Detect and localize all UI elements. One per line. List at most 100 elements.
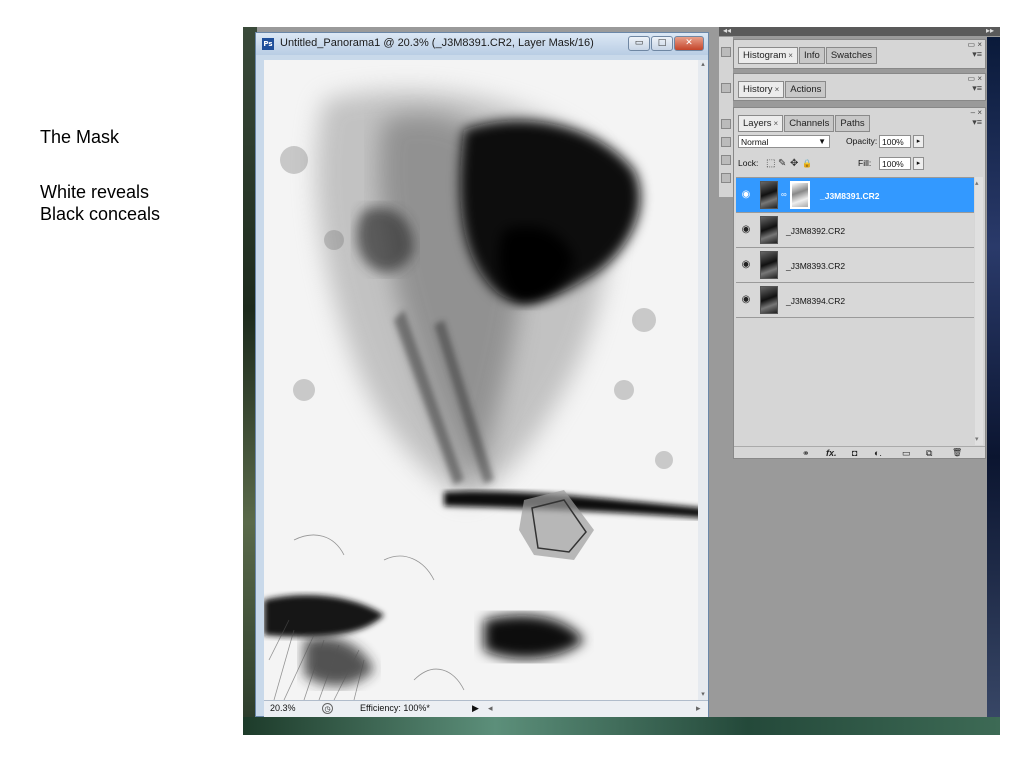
status-menu-arrow-icon[interactable]: ▶ xyxy=(472,703,479,714)
opacity-input[interactable]: 100% xyxy=(879,135,911,148)
dock-tool-icon[interactable] xyxy=(721,47,731,57)
photoshop-screenshot: Ps Untitled_Panorama1 @ 20.3% (_J3M8391.… xyxy=(243,27,1000,735)
lock-label: Lock: xyxy=(738,158,759,168)
layer-thumbnail xyxy=(760,286,778,314)
tab-label: Histogram xyxy=(743,50,787,61)
layer-style-fx-icon[interactable]: fx. xyxy=(826,448,837,458)
expand-dock-icon[interactable]: ▸▸ xyxy=(986,27,994,35)
visibility-eye-icon[interactable]: ◉ xyxy=(739,224,753,236)
tab-actions[interactable]: Actions xyxy=(785,81,827,98)
tab-info[interactable]: Info xyxy=(798,47,825,64)
layer-mask-canvas[interactable] xyxy=(264,60,698,700)
mask-image xyxy=(264,60,698,700)
lock-transparent-icon[interactable]: ⬚ xyxy=(766,157,775,170)
vertical-scrollbar[interactable]: ▴ ▾ xyxy=(698,60,708,700)
tab-label: History xyxy=(743,84,773,95)
document-title: Untitled_Panorama1 @ 20.3% (_J3M8391.CR2… xyxy=(280,37,594,49)
panel-menu-icon[interactable]: ▾≡ xyxy=(972,83,982,94)
add-mask-icon[interactable]: ◘ xyxy=(852,448,857,458)
link-layers-icon[interactable]: ⚭ xyxy=(802,448,810,459)
dock-tool-icon[interactable] xyxy=(721,173,731,183)
fill-label: Fill: xyxy=(858,158,872,168)
panel-menu-icon[interactable]: ▾≡ xyxy=(972,117,982,128)
collapse-dock-icon[interactable]: ◂◂ xyxy=(723,27,731,35)
scroll-up-arrow-icon[interactable]: ▴ xyxy=(698,60,708,70)
new-group-icon[interactable]: ▭ xyxy=(902,448,911,459)
panel-minimize-icon[interactable]: ▭ × xyxy=(968,40,982,49)
photoshop-app-icon: Ps xyxy=(262,38,274,50)
icon-dock xyxy=(719,37,734,197)
visibility-eye-icon[interactable]: ◉ xyxy=(739,259,753,271)
panel-tabs: History × Actions xyxy=(738,81,827,98)
document-title-bar[interactable]: Ps Untitled_Panorama1 @ 20.3% (_J3M8391.… xyxy=(256,33,708,55)
tab-close-icon[interactable]: × xyxy=(775,85,780,94)
maximize-button[interactable]: □ xyxy=(651,36,673,51)
lock-row: Lock: ⬚ ✎ ✥ 🔒 Fill: 100% ▸ xyxy=(738,157,981,171)
scroll-left-arrow-icon[interactable]: ◂ xyxy=(488,703,493,714)
taskbar xyxy=(243,717,1000,735)
visibility-eye-icon[interactable]: ◉ xyxy=(739,189,753,201)
scroll-down-arrow-icon[interactable]: ▾ xyxy=(698,690,708,700)
tab-channels[interactable]: Channels xyxy=(784,115,835,132)
minimize-button[interactable]: ▭ xyxy=(628,36,650,51)
visibility-eye-icon[interactable]: ◉ xyxy=(739,294,753,306)
scroll-right-arrow-icon[interactable]: ▸ xyxy=(696,703,701,714)
histogram-panel-group: ▭ × Histogram × Info Swatches ▾≡ xyxy=(733,39,986,69)
mask-link-icon[interactable]: ∞ xyxy=(781,190,787,199)
layer-thumbnail xyxy=(760,216,778,244)
scroll-down-arrow-icon[interactable]: ▾ xyxy=(975,435,979,443)
scroll-up-arrow-icon[interactable]: ▴ xyxy=(975,179,979,187)
zoom-level[interactable]: 20.3% xyxy=(270,703,296,713)
document-window: Ps Untitled_Panorama1 @ 20.3% (_J3M8391.… xyxy=(255,32,709,717)
dock-tool-icon[interactable] xyxy=(721,119,731,129)
layers-panel-group: – × Layers × Channels Paths ▾≡ Normal ▼ Opa… xyxy=(733,107,986,459)
chevron-down-icon: ▼ xyxy=(818,137,826,146)
layer-row[interactable]: ◉ _J3M8394.CR2 xyxy=(736,283,974,318)
layer-thumbnail xyxy=(760,181,778,209)
info-icon[interactable]: ◷ xyxy=(322,703,333,714)
layer-row[interactable]: ◉ _J3M8392.CR2 xyxy=(736,213,974,248)
layers-scrollbar[interactable]: ▴ ▾ xyxy=(975,177,983,445)
layer-row-selected[interactable]: ◉ ∞ _J3M8391.CR2 xyxy=(736,178,974,213)
lock-position-icon[interactable]: ✥ xyxy=(790,157,798,170)
layers-list: ◉ ∞ _J3M8391.CR2 ◉ _J3M8392.CR2 ◉ _J3M83… xyxy=(736,177,974,446)
lock-all-icon[interactable]: 🔒 xyxy=(802,157,812,170)
tab-history[interactable]: History × xyxy=(738,81,785,98)
layer-name: _J3M8394.CR2 xyxy=(786,296,846,306)
slide-title: The Mask xyxy=(40,127,120,147)
efficiency-readout: Efficiency: 100%* xyxy=(360,703,430,713)
dock-tool-icon[interactable] xyxy=(721,155,731,165)
layer-mask-thumbnail[interactable] xyxy=(790,181,810,209)
panel-minimize-icon[interactable]: – × xyxy=(971,108,982,117)
dock-tool-icon[interactable] xyxy=(721,137,731,147)
panel-menu-icon[interactable]: ▾≡ xyxy=(972,49,982,60)
opacity-slider-button[interactable]: ▸ xyxy=(913,135,924,148)
layer-thumbnail xyxy=(760,251,778,279)
close-button[interactable]: ✕ xyxy=(674,36,704,51)
panel-minimize-icon[interactable]: ▭ × xyxy=(968,74,982,83)
panel-tabs: Histogram × Info Swatches xyxy=(738,47,878,64)
tab-swatches[interactable]: Swatches xyxy=(825,47,878,64)
tab-layers[interactable]: Layers × xyxy=(738,115,784,132)
history-panel-group: ▭ × History × Actions ▾≡ xyxy=(733,73,986,101)
dock-tool-icon[interactable] xyxy=(721,83,731,93)
blend-mode-value: Normal xyxy=(741,137,769,147)
panel-dock-header: ◂◂ ▸▸ xyxy=(719,27,1000,36)
new-layer-icon[interactable]: ⧉ xyxy=(926,448,932,459)
tab-histogram[interactable]: Histogram × xyxy=(738,47,798,64)
lock-image-icon[interactable]: ✎ xyxy=(778,157,786,170)
slide-caption-white: White reveals xyxy=(40,182,150,202)
tab-label: Layers xyxy=(743,118,772,129)
tab-paths[interactable]: Paths xyxy=(835,115,870,132)
tab-close-icon[interactable]: × xyxy=(788,51,793,60)
layer-row[interactable]: ◉ _J3M8393.CR2 xyxy=(736,248,974,283)
layer-name: _J3M8393.CR2 xyxy=(786,261,846,271)
opacity-label: Opacity: xyxy=(846,136,878,146)
fill-input[interactable]: 100% xyxy=(879,157,911,170)
layer-name: _J3M8392.CR2 xyxy=(786,226,846,236)
fill-slider-button[interactable]: ▸ xyxy=(913,157,924,170)
delete-layer-icon[interactable]: 🗑 xyxy=(952,448,962,457)
blend-mode-select[interactable]: Normal ▼ xyxy=(738,135,830,148)
adjustment-layer-icon[interactable]: ◐. xyxy=(874,448,882,458)
tab-close-icon[interactable]: × xyxy=(774,119,779,128)
